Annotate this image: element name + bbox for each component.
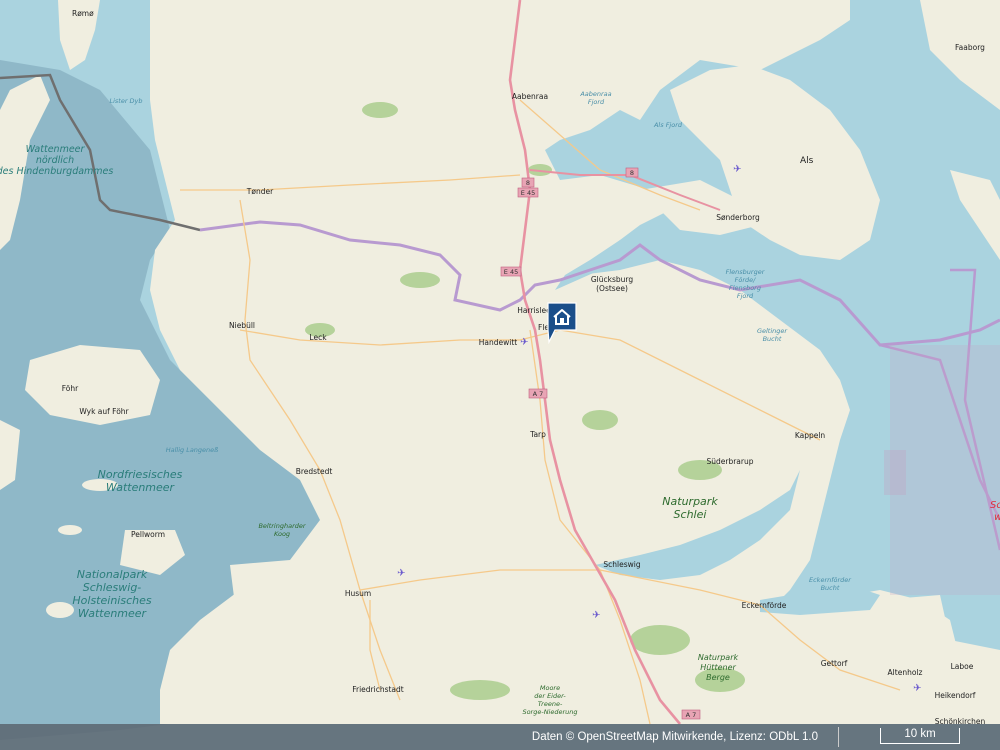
svg-text:8: 8 — [526, 179, 530, 187]
restricted-zone-small — [884, 450, 906, 495]
shield-a7-tarp: A 7 — [528, 388, 548, 399]
shield-e45-north: E 45 — [517, 187, 539, 198]
label-huettener-2: Hüttener — [700, 663, 736, 672]
label-foehr: Föhr — [62, 384, 79, 393]
label-wattenmeer-n-1: Wattenmeer — [26, 144, 86, 155]
label-geltinger-1: Geltinger — [757, 327, 788, 335]
airport-icon: ✈ — [520, 337, 528, 348]
label-altenholz: Altenholz — [888, 668, 923, 677]
label-nordfr-1: Nordfriesisches — [98, 468, 183, 481]
label-moore-2: der Eider- — [534, 692, 566, 700]
label-romo: Rømø — [72, 9, 94, 18]
label-np-1: Nationalpark — [77, 568, 148, 581]
label-leck: Leck — [309, 333, 327, 342]
hallig-3 — [46, 602, 74, 618]
label-schlei-1: Naturpark — [662, 495, 718, 508]
label-moore-3: Treene- — [538, 700, 563, 708]
label-aab-fjord-1: Aabenraa — [579, 90, 611, 98]
label-friedrichstadt: Friedrichstadt — [352, 685, 404, 694]
restricted-zone — [890, 345, 1000, 595]
shield-e45-south: E 45 — [500, 266, 522, 277]
label-geltinger-2: Bucht — [763, 335, 782, 343]
label-toender: Tønder — [246, 187, 274, 196]
svg-text:8: 8 — [630, 169, 634, 177]
label-suederbrarup: Süderbrarup — [706, 457, 753, 466]
location-marker[interactable] — [547, 302, 577, 344]
label-ff-2: Förde/ — [735, 276, 757, 284]
hallig-2 — [58, 525, 82, 535]
label-als-fjord: Als Fjord — [653, 121, 683, 129]
label-beltring-1: Beltringharder — [258, 522, 306, 530]
label-ff-3: Flensborg — [729, 284, 761, 292]
label-wattenmeer-n-2: nördlich — [36, 155, 74, 166]
label-partial-2: w — [994, 512, 1000, 523]
map-canvas[interactable]: Rømø Aabenraa Tønder Sønderborg Als Faab… — [0, 0, 1000, 750]
label-wattenmeer-n-3: des Hindenburgdammes — [0, 166, 113, 177]
label-eckernfoerde: Eckernförde — [742, 601, 787, 610]
shield-8-east: 8 — [625, 167, 639, 178]
label-lister: Lister Dyb — [109, 97, 142, 105]
label-gettorf: Gettorf — [821, 659, 848, 668]
label-gluecksburg-2: (Ostsee) — [596, 284, 628, 293]
label-partial-1: Sch — [990, 500, 1000, 511]
label-soenderborg: Sønderborg — [716, 213, 760, 222]
label-moore-1: Moore — [540, 684, 560, 692]
label-aab-fjord-2: Fjord — [588, 98, 605, 106]
label-faaborg: Faaborg — [955, 43, 985, 52]
label-beltring-2: Koog — [274, 530, 290, 538]
label-moore-4: Sorge-Niederung — [522, 708, 577, 716]
label-huettener-1: Naturpark — [698, 653, 739, 662]
label-nordfr-2: Wattenmeer — [106, 481, 176, 494]
svg-text:E 45: E 45 — [521, 189, 535, 197]
shield-a7-south: A 7 — [681, 709, 701, 720]
label-heikendorf: Heikendorf — [935, 691, 976, 700]
attribution-text[interactable]: Daten © OpenStreetMap Mitwirkende, Lizen… — [532, 731, 818, 743]
map-footer — [0, 724, 1000, 750]
airport-icon: ✈ — [733, 164, 741, 175]
label-hallig: Hallig Langeneß — [166, 446, 219, 454]
footer-separator — [838, 727, 839, 747]
label-bredstedt: Bredstedt — [296, 467, 333, 476]
label-schleswig: Schleswig — [603, 560, 640, 569]
label-schlei-2: Schlei — [674, 508, 707, 521]
label-als: Als — [800, 156, 814, 166]
label-tarp: Tarp — [529, 430, 546, 439]
label-np-3: Holsteinisches — [72, 594, 151, 607]
airport-icon: ✈ — [913, 683, 921, 694]
airport-icon: ✈ — [397, 568, 405, 579]
label-np-2: Schleswig- — [83, 581, 142, 594]
label-wyk: Wyk auf Föhr — [79, 407, 129, 416]
label-aabenraa: Aabenraa — [512, 92, 548, 101]
shield-8-north: 8 — [521, 177, 535, 188]
label-husum: Husum — [345, 589, 371, 598]
svg-text:E 45: E 45 — [504, 268, 518, 276]
label-np-4: Wattenmeer — [78, 607, 148, 620]
label-kappeln: Kappeln — [795, 431, 826, 440]
airport-icon: ✈ — [592, 610, 600, 621]
label-pellworm: Pellworm — [131, 530, 165, 539]
svg-text:A 7: A 7 — [686, 711, 697, 719]
label-ff-1: Flensburger — [726, 268, 766, 276]
label-niebuell: Niebüll — [229, 321, 255, 330]
label-huettener-3: Berge — [706, 673, 730, 682]
scale-bar: 10 km — [880, 728, 960, 744]
label-eck-2: Bucht — [821, 584, 840, 592]
label-gluecksburg-1: Glücksburg — [591, 275, 633, 284]
label-eck-1: Eckernförder — [809, 576, 852, 584]
label-ff-4: Fjord — [737, 292, 754, 300]
svg-text:A 7: A 7 — [533, 390, 544, 398]
label-laboe: Laboe — [951, 662, 974, 671]
label-handewitt: Handewitt — [479, 338, 518, 347]
